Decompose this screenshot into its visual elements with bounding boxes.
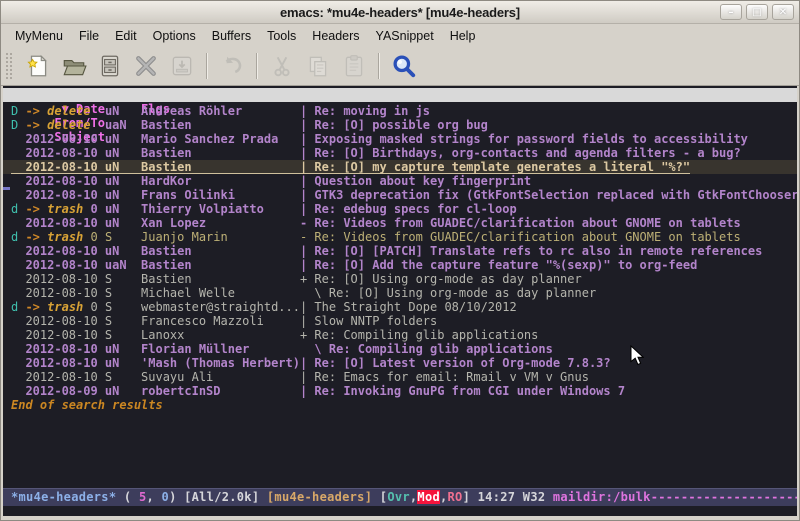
- close-button[interactable]: ✕: [772, 4, 794, 20]
- paste-icon[interactable]: [338, 50, 370, 82]
- toolbar-grip[interactable]: [5, 52, 12, 80]
- search-icon[interactable]: [388, 50, 420, 82]
- message-row[interactable]: 2012-08-10 SFrancesco Mazzoli| Slow NNTP…: [3, 314, 797, 328]
- message-row-current[interactable]: 2012-08-10 uNBastien| Re: [O] my capture…: [3, 160, 797, 174]
- undo-icon[interactable]: [216, 50, 248, 82]
- emacs-window: emacs: *mu4e-headers* [mu4e-headers] – □…: [0, 0, 800, 521]
- close-buffer-icon[interactable]: [130, 50, 162, 82]
- message-row[interactable]: 2012-08-10 SMichael Welle \ Re: [O] Usin…: [3, 286, 797, 300]
- message-row[interactable]: D -> delete uaNBastien| Re: [O] possible…: [3, 118, 797, 132]
- message-row[interactable]: 2012-08-10 uNHardKor| Question about key…: [3, 174, 797, 188]
- message-row[interactable]: 2012-08-10 uNFrans Oilinki| GTK3 depreca…: [3, 188, 797, 202]
- end-of-search-results: End of search results: [3, 398, 797, 412]
- save-buffer-icon[interactable]: [166, 50, 198, 82]
- new-file-icon[interactable]: [22, 50, 54, 82]
- minimize-button[interactable]: –: [720, 4, 742, 20]
- menu-item-file[interactable]: File: [71, 26, 107, 46]
- menu-item-tools[interactable]: Tools: [259, 26, 304, 46]
- message-row[interactable]: d -> trash 0 uNThierry Volpiatto| Re: ed…: [3, 202, 797, 216]
- menu-item-help[interactable]: Help: [442, 26, 484, 46]
- menu-item-buffers[interactable]: Buffers: [204, 26, 259, 46]
- toolbar-separator: [206, 53, 208, 79]
- titlebar[interactable]: emacs: *mu4e-headers* [mu4e-headers] – □…: [1, 1, 799, 24]
- message-row[interactable]: 2012-08-10 uNXan Lopez- Re: Videos from …: [3, 216, 797, 230]
- cut-icon[interactable]: [266, 50, 298, 82]
- window-title: emacs: *mu4e-headers* [mu4e-headers]: [280, 5, 520, 20]
- menubar: MyMenuFileEditOptionsBuffersToolsHeaders…: [1, 24, 799, 47]
- toolbar-separator: [256, 53, 258, 79]
- menu-item-yasnippet[interactable]: YASnippet: [368, 26, 442, 46]
- copy-icon[interactable]: [302, 50, 334, 82]
- message-row[interactable]: 2012-08-10 SBastien+ Re: [O] Using org-m…: [3, 272, 797, 286]
- mu4e-headers-buffer: ▼ Date Flgs From/To Subject D -> delete …: [3, 86, 797, 516]
- menu-item-mymenu[interactable]: MyMenu: [7, 26, 71, 46]
- message-row[interactable]: 2012-08-09 uNrobertcInSD| Re: Invoking G…: [3, 384, 797, 398]
- message-row[interactable]: 2012-08-10 SSuvayu Ali| Re: Emacs for em…: [3, 370, 797, 384]
- headers-column-header[interactable]: ▼ Date Flgs From/To Subject: [3, 88, 797, 102]
- menu-item-headers[interactable]: Headers: [304, 26, 367, 46]
- message-row[interactable]: 2012-08-10 uNMario Sanchez Prada| Exposi…: [3, 132, 797, 146]
- message-row[interactable]: 2012-08-10 uaNBastien| Re: [O] Add the c…: [3, 258, 797, 272]
- window-controls: – □ ✕: [720, 4, 794, 20]
- message-row[interactable]: D -> delete uNAndreas Röhler| Re: moving…: [3, 104, 797, 118]
- menu-item-options[interactable]: Options: [145, 26, 204, 46]
- toolbar: [1, 47, 799, 86]
- fringe-marker: [3, 187, 10, 190]
- mode-line: *mu4e-headers* ( 5, 0) [All/2.0k] [mu4e-…: [3, 488, 797, 506]
- toolbar-separator: [378, 53, 380, 79]
- message-row[interactable]: 2012-08-10 uNBastien| Re: [O] Birthdays,…: [3, 146, 797, 160]
- menu-item-edit[interactable]: Edit: [107, 26, 145, 46]
- mouse-cursor: [630, 345, 644, 370]
- message-row[interactable]: 2012-08-10 uNFlorian Müllner \ Re: Compi…: [3, 342, 797, 356]
- message-row[interactable]: d -> trash 0 Swebmaster@straightd...| Th…: [3, 300, 797, 314]
- message-row[interactable]: 2012-08-10 SLanoxx+ Re: Compiling glib a…: [3, 328, 797, 342]
- maximize-button[interactable]: □: [746, 4, 768, 20]
- message-row[interactable]: 2012-08-10 uN'Mash (Thomas Herbert)| Re:…: [3, 356, 797, 370]
- directory-icon[interactable]: [94, 50, 126, 82]
- open-file-icon[interactable]: [58, 50, 90, 82]
- message-row[interactable]: d -> trash 0 SJuanjo Marin- Re: Videos f…: [3, 230, 797, 244]
- message-row[interactable]: 2012-08-10 uNBastien| Re: [O] [PATCH] Tr…: [3, 244, 797, 258]
